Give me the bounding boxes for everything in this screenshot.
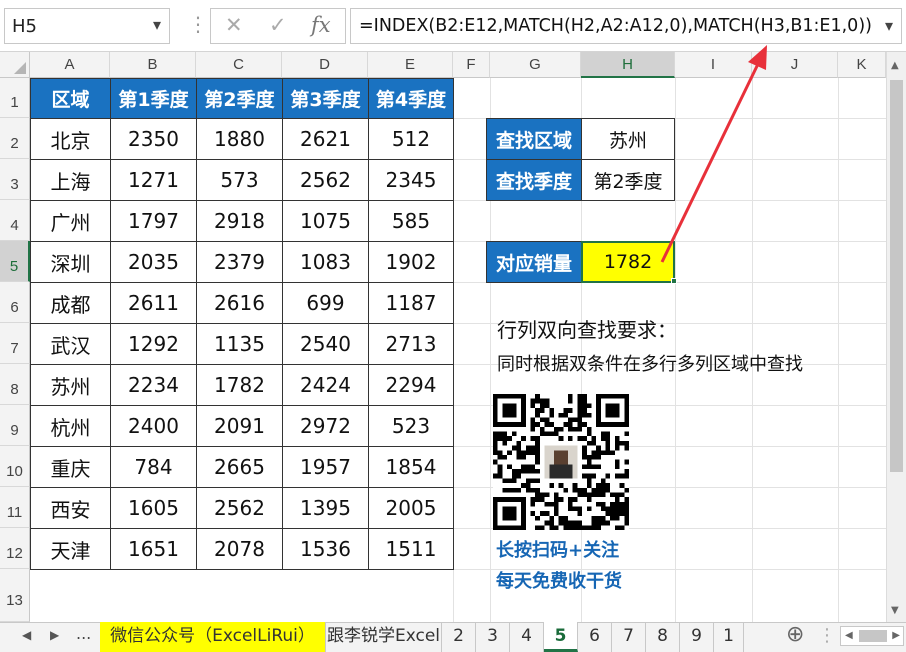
- sheet-tab-2[interactable]: 2: [442, 622, 476, 652]
- add-sheet-icon[interactable]: ⊕: [786, 622, 804, 647]
- scroll-down-icon[interactable]: ▼: [891, 605, 899, 616]
- tab-scroll-right-icon[interactable]: ▶: [50, 628, 59, 642]
- scroll-thumb[interactable]: [890, 80, 903, 472]
- vertical-scrollbar[interactable]: ▲ ▼: [886, 52, 906, 622]
- sheet-tab-8[interactable]: 8: [646, 622, 680, 652]
- hscroll-thumb[interactable]: [859, 630, 887, 642]
- cta-scan: 长按扫码+关注: [496, 540, 620, 561]
- notes-title: 行列双向查找要求：: [497, 318, 677, 342]
- notes-description: 同时根据双条件在多行多列区域中查找: [497, 354, 803, 375]
- tab-more-left[interactable]: ...: [76, 624, 91, 643]
- sheet-tab-7[interactable]: 7: [612, 622, 646, 652]
- arrow-line: [660, 63, 760, 263]
- sheet-tab-3[interactable]: 3: [476, 622, 510, 652]
- scroll-left-icon[interactable]: ◀: [845, 630, 853, 641]
- tab-split-handle[interactable]: ⋮: [818, 625, 836, 646]
- horizontal-scrollbar[interactable]: ◀ ▶: [840, 626, 904, 646]
- qr-code-image: [493, 394, 629, 530]
- sheet-tab-9[interactable]: 9: [680, 622, 714, 652]
- scroll-up-icon[interactable]: ▲: [891, 60, 899, 71]
- scroll-right-icon[interactable]: ▶: [892, 630, 900, 641]
- sheet-tab-4[interactable]: 4: [510, 622, 544, 652]
- sheet-tab-5[interactable]: 5: [544, 622, 578, 652]
- annotation-arrow: [660, 45, 767, 263]
- sheet-tab-1[interactable]: 1: [714, 622, 744, 652]
- sheet-tab-wechat[interactable]: 微信公众号（ExcelLiRui）: [100, 622, 326, 652]
- cta-daily: 每天免费收干货: [496, 571, 622, 592]
- sheet-tab-learn-excel[interactable]: 跟李锐学Excel: [326, 622, 442, 652]
- tab-scroll-left-icon[interactable]: ◀: [22, 628, 31, 642]
- sheet-tab-6[interactable]: 6: [578, 622, 612, 652]
